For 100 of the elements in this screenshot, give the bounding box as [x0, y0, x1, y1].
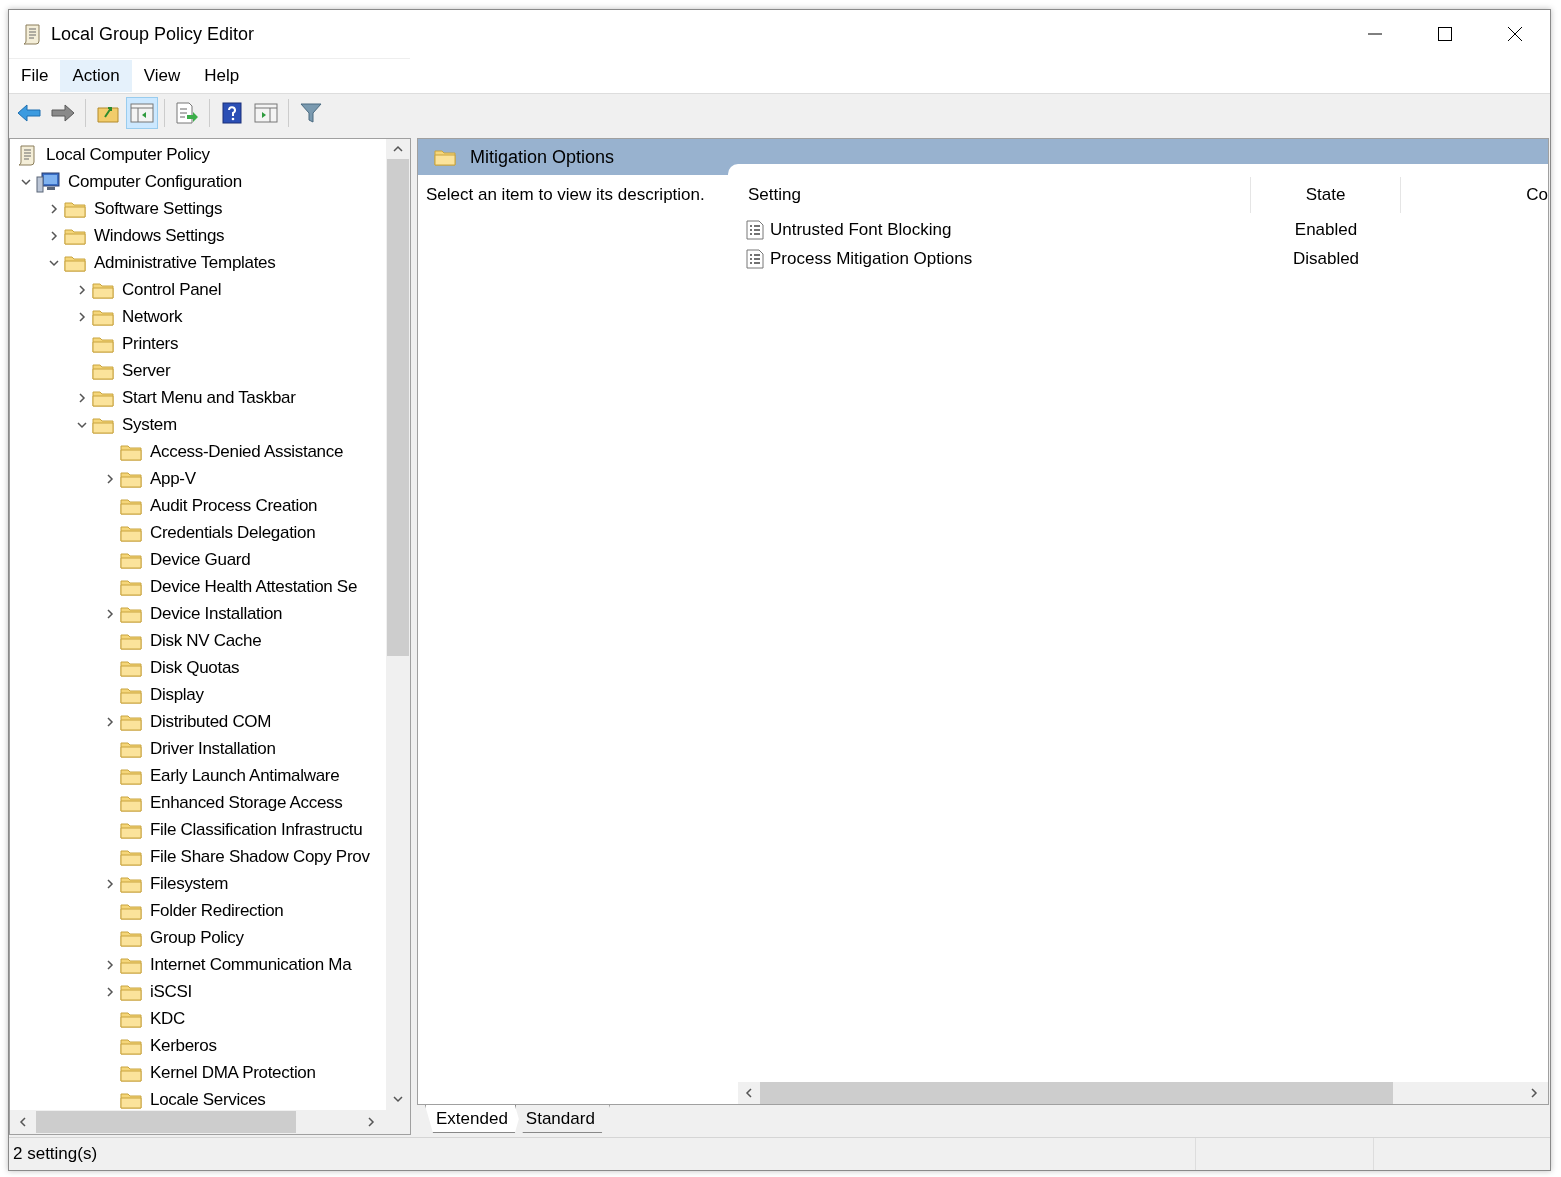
menu-item[interactable]: Help — [192, 60, 252, 92]
collapsed-chevron-icon[interactable] — [48, 229, 60, 242]
tree-item[interactable]: File Classification Infrastructu — [150, 819, 363, 840]
folder-icon — [434, 148, 456, 166]
column-header[interactable]: Co — [1401, 177, 1548, 213]
tree-item[interactable]: System — [122, 414, 177, 435]
menu-item[interactable]: Action — [60, 60, 132, 92]
folder-icon — [120, 1036, 142, 1055]
tree-item[interactable]: Device Installation — [150, 603, 283, 624]
tree-item[interactable]: KDC — [150, 1008, 185, 1029]
tree-item[interactable]: iSCSI — [150, 981, 192, 1002]
collapsed-chevron-icon[interactable] — [104, 877, 116, 890]
collapsed-chevron-icon[interactable] — [104, 958, 116, 971]
view-tab[interactable]: Standard — [514, 1105, 610, 1133]
collapsed-chevron-icon[interactable] — [104, 472, 116, 485]
setting-item[interactable]: Process Mitigation Options — [736, 248, 1251, 269]
folder-icon — [120, 928, 142, 947]
tree-item[interactable]: Disk Quotas — [150, 657, 240, 678]
description-text: Select an item to view its description. — [426, 185, 705, 204]
tree-item[interactable]: Administrative Templates — [94, 252, 276, 273]
tree-item[interactable]: App-V — [150, 468, 196, 489]
scroll-left-icon[interactable] — [743, 1087, 755, 1099]
console-tree-icon — [130, 103, 154, 123]
folder-icon — [120, 631, 142, 650]
close-icon[interactable] — [1508, 27, 1522, 41]
tree-item[interactable]: Distributed COM — [150, 711, 272, 732]
tree-item[interactable]: Driver Installation — [150, 738, 276, 759]
folder-icon — [64, 199, 86, 218]
export-list-icon — [175, 102, 199, 124]
tree-item[interactable]: Device Health Attestation Se — [150, 576, 358, 597]
folder-icon — [120, 604, 142, 623]
folder-icon — [120, 793, 142, 812]
tree-item[interactable]: Credentials Delegation — [150, 522, 316, 543]
tree-item[interactable]: Locale Services — [150, 1089, 266, 1110]
collapsed-chevron-icon[interactable] — [104, 607, 116, 620]
tree-item[interactable]: Disk NV Cache — [150, 630, 262, 651]
tree-item[interactable]: Kerberos — [150, 1035, 217, 1056]
collapsed-chevron-icon[interactable] — [76, 391, 88, 404]
tree-item[interactable]: Folder Redirection — [150, 900, 284, 921]
folder-icon — [120, 1090, 142, 1109]
tree-item[interactable]: Filesystem — [150, 873, 229, 894]
folder-icon — [92, 388, 114, 407]
tree-item[interactable]: Control Panel — [122, 279, 222, 300]
collapsed-chevron-icon[interactable] — [104, 715, 116, 728]
column-header[interactable]: Setting — [736, 177, 1251, 213]
scroll-icon — [21, 23, 43, 45]
tree-item[interactable]: Computer Configuration — [68, 171, 242, 192]
status-text: 2 setting(s) — [12, 1144, 99, 1164]
tree-item[interactable]: File Share Shadow Copy Prov — [150, 846, 370, 867]
collapsed-chevron-icon[interactable] — [76, 310, 88, 323]
folder-icon — [120, 955, 142, 974]
folder-icon — [120, 901, 142, 920]
tree-item[interactable]: Printers — [122, 333, 179, 354]
back-arrow-icon — [17, 104, 41, 122]
setting-item[interactable]: Untrusted Font Blocking — [736, 219, 1251, 240]
collapsed-chevron-icon[interactable] — [104, 985, 116, 998]
folder-icon — [120, 685, 142, 704]
horizontal-scrollbar[interactable] — [738, 1082, 1548, 1104]
folder-icon — [120, 658, 142, 677]
vertical-scrollbar[interactable] — [386, 139, 410, 1110]
menu-item[interactable]: File — [9, 60, 61, 92]
setting-name: Process Mitigation Options — [770, 248, 973, 269]
folder-icon — [120, 577, 142, 596]
scroll-down-icon[interactable] — [392, 1093, 404, 1105]
folder-icon — [120, 1009, 142, 1028]
scroll-right-icon[interactable] — [1528, 1087, 1540, 1099]
folder-icon — [92, 361, 114, 380]
tree-item[interactable]: Display — [150, 684, 204, 705]
column-header[interactable]: State — [1251, 177, 1401, 213]
tree-item[interactable]: Internet Communication Ma — [150, 954, 352, 975]
maximize-icon[interactable] — [1438, 27, 1452, 41]
tree-item[interactable]: Network — [122, 306, 183, 327]
tree-item[interactable]: Windows Settings — [94, 225, 225, 246]
folder-icon — [120, 469, 142, 488]
folder-icon — [92, 280, 114, 299]
tree-item[interactable]: Kernel DMA Protection — [150, 1062, 316, 1083]
tree-item[interactable]: Early Launch Antimalware — [150, 765, 340, 786]
scroll-right-icon[interactable] — [365, 1116, 377, 1128]
folder-icon — [120, 496, 142, 515]
folder-icon — [64, 253, 86, 272]
tree-item[interactable]: Start Menu and Taskbar — [122, 387, 296, 408]
tree-item[interactable]: Server — [122, 360, 171, 381]
collapsed-chevron-icon[interactable] — [76, 283, 88, 296]
horizontal-scrollbar[interactable] — [10, 1110, 386, 1134]
folder-icon — [92, 415, 114, 434]
tree-item[interactable]: Enhanced Storage Access — [150, 792, 343, 813]
tree-item[interactable]: Local Computer Policy — [46, 144, 210, 165]
collapsed-chevron-icon[interactable] — [48, 202, 60, 215]
scroll-left-icon[interactable] — [17, 1116, 29, 1128]
folder-icon — [120, 550, 142, 569]
menu-item[interactable]: View — [131, 60, 193, 92]
tree-item[interactable]: Software Settings — [94, 198, 223, 219]
tree-item[interactable]: Access-Denied Assistance — [150, 441, 344, 462]
tree-item[interactable]: Device Guard — [150, 549, 251, 570]
tree-item[interactable]: Group Policy — [150, 927, 244, 948]
computer-icon — [36, 170, 60, 193]
policy-setting-icon — [746, 219, 764, 240]
tree-item[interactable]: Audit Process Creation — [150, 495, 318, 516]
folder-icon — [120, 982, 142, 1001]
folder-icon — [92, 307, 114, 326]
